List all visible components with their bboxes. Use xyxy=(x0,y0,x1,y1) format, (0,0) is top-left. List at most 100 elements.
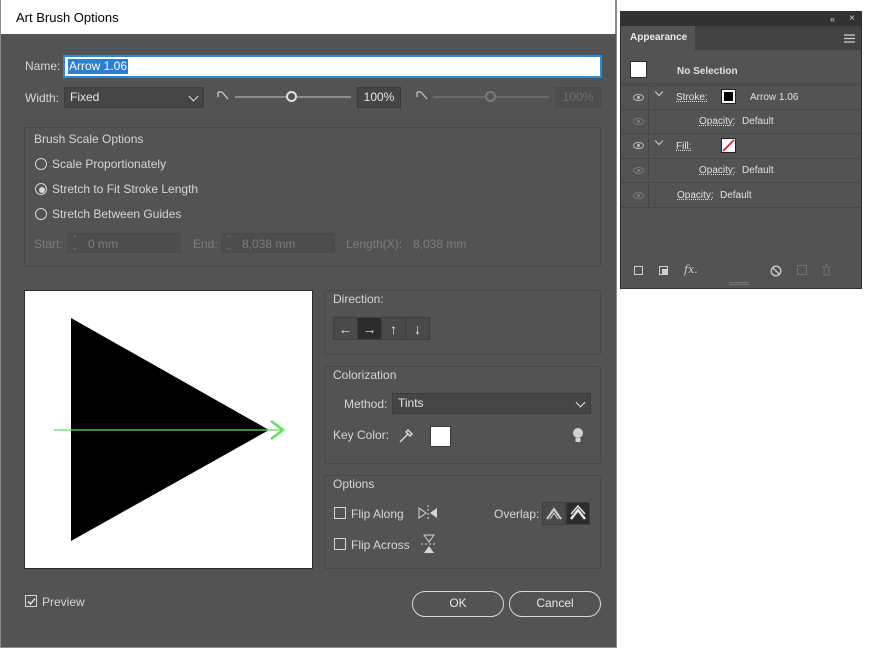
brush-preview-art xyxy=(54,318,286,541)
panel-footer-toolbar: fx. xyxy=(621,261,861,281)
panel-header-bar: « × xyxy=(621,12,861,26)
width-slider[interactable] xyxy=(235,91,351,102)
stepper-icon: ⌃ ⌄ xyxy=(71,234,79,252)
width-select[interactable]: Fixed xyxy=(64,87,204,108)
no-selection-label: No Selection xyxy=(677,66,738,77)
ok-button[interactable]: OK xyxy=(412,591,504,617)
direction-left-button[interactable]: ← xyxy=(333,317,358,340)
name-input[interactable]: Arrow 1.06 xyxy=(64,56,601,77)
stroke-row[interactable]: Stroke: Arrow 1.06 xyxy=(621,85,861,110)
flip-across-label[interactable]: Flip Across xyxy=(351,538,410,552)
opacity-value: Default xyxy=(742,116,774,127)
collapse-icon[interactable]: « xyxy=(830,12,835,26)
opacity-value: Default xyxy=(720,190,752,201)
chevron-down-icon xyxy=(575,397,586,408)
selection-thumbnail xyxy=(630,61,647,78)
fill-row[interactable]: Fill: xyxy=(621,134,861,159)
brush-scale-heading: Brush Scale Options xyxy=(34,132,144,146)
duplicate-item-icon xyxy=(797,265,807,275)
new-stroke-icon[interactable] xyxy=(634,266,643,275)
end-label: End: xyxy=(193,237,218,251)
tab-appearance[interactable]: Appearance xyxy=(621,26,695,50)
start-input: ⌃ ⌄ 0 mm xyxy=(67,233,181,253)
preview-checkbox[interactable] xyxy=(25,595,37,607)
chevron-down-icon xyxy=(188,91,199,102)
fill-label[interactable]: Fill: xyxy=(676,141,692,152)
scale-proportionately-label[interactable]: Scale Proportionately xyxy=(52,157,166,171)
visibility-eye-icon[interactable] xyxy=(633,142,644,149)
key-color-label: Key Color: xyxy=(333,428,390,442)
stretch-to-fit-radio[interactable] xyxy=(35,183,47,195)
pressure-icon xyxy=(217,91,229,100)
fill-opacity-row[interactable]: Opacity: Default xyxy=(621,159,861,183)
stretch-between-guides-label[interactable]: Stretch Between Guides xyxy=(52,207,181,221)
stretch-to-fit-label[interactable]: Stretch to Fit Stroke Length xyxy=(52,182,198,196)
tips-lightbulb-icon[interactable] xyxy=(571,427,585,445)
panel-menu-icon[interactable] xyxy=(844,34,855,43)
appearance-target-row: No Selection xyxy=(621,58,861,84)
direction-up-button[interactable]: ↑ xyxy=(381,317,406,340)
brush-preview xyxy=(24,290,313,569)
checkmark-icon xyxy=(27,597,36,606)
variation-slider-knob xyxy=(485,91,496,102)
visibility-eye-icon[interactable] xyxy=(633,192,644,199)
stretch-between-guides-radio[interactable] xyxy=(35,208,47,220)
dialog-title: Art Brush Options xyxy=(1,0,616,34)
overlap-none-button[interactable] xyxy=(566,502,590,525)
fx-icon[interactable]: fx. xyxy=(684,263,698,276)
key-color-swatch[interactable] xyxy=(430,426,451,447)
flip-across-checkbox[interactable] xyxy=(334,538,346,550)
opacity-label[interactable]: Opacity: xyxy=(677,190,714,201)
stroke-swatch[interactable] xyxy=(721,89,736,104)
width-percent-input[interactable]: 100% xyxy=(357,87,401,108)
length-label: Length(X): xyxy=(346,237,403,251)
new-fill-icon-inner xyxy=(662,269,667,274)
scale-proportionately-radio[interactable] xyxy=(35,158,47,170)
visibility-eye-icon[interactable] xyxy=(633,94,644,101)
flip-along-checkbox[interactable] xyxy=(334,507,346,519)
close-icon[interactable]: × xyxy=(849,12,855,26)
stroke-color-fill xyxy=(724,92,733,101)
cancel-button[interactable]: Cancel xyxy=(509,591,601,617)
eyedropper-icon[interactable] xyxy=(397,427,415,445)
new-fill-icon[interactable] xyxy=(659,266,668,275)
width-slider-knob[interactable] xyxy=(286,91,297,102)
resize-grip[interactable] xyxy=(729,282,749,285)
variation-icon xyxy=(416,91,428,100)
panel-tab-bar: Appearance xyxy=(621,26,861,50)
visibility-eye-icon[interactable] xyxy=(633,167,644,174)
overlap-label: Overlap: xyxy=(494,507,540,521)
chevron-down-icon[interactable] xyxy=(654,87,664,97)
options-heading: Options xyxy=(333,477,375,491)
name-label: Name: xyxy=(25,59,61,73)
overlap-adjust-icon xyxy=(546,507,562,520)
direction-heading: Direction: xyxy=(333,292,384,306)
overlap-adjust-button[interactable] xyxy=(542,502,566,525)
direction-down-button[interactable]: ↓ xyxy=(405,317,430,340)
opacity-value: Default xyxy=(742,165,774,176)
method-select-value: Tints xyxy=(398,396,424,410)
length-value: 8,038 mm xyxy=(413,237,467,251)
preview-label[interactable]: Preview xyxy=(42,595,85,609)
variation-slider xyxy=(433,91,549,102)
fill-swatch-none[interactable] xyxy=(721,138,736,153)
object-opacity-row[interactable]: Opacity: Default xyxy=(621,184,861,208)
flip-across-icon xyxy=(421,534,437,553)
art-brush-options-dialog: Art Brush Options Name: Arrow 1.06 Width… xyxy=(0,0,617,648)
visibility-eye-icon[interactable] xyxy=(633,118,644,125)
chevron-down-icon[interactable] xyxy=(654,136,664,146)
start-value: 0 mm xyxy=(88,237,118,251)
flip-along-label[interactable]: Flip Along xyxy=(351,507,404,521)
opacity-label[interactable]: Opacity: xyxy=(699,165,736,176)
stroke-label[interactable]: Stroke: xyxy=(676,92,708,103)
colorization-heading: Colorization xyxy=(333,368,397,382)
method-select[interactable]: Tints xyxy=(392,393,591,414)
direction-right-button[interactable]: → xyxy=(357,317,382,340)
clear-appearance-icon[interactable] xyxy=(770,265,782,277)
opacity-label[interactable]: Opacity: xyxy=(699,116,736,127)
stroke-opacity-row[interactable]: Opacity: Default xyxy=(621,110,861,134)
flip-along-icon xyxy=(418,505,437,521)
method-label: Method: xyxy=(344,397,388,411)
stroke-brush-name: Arrow 1.06 xyxy=(750,92,799,103)
stepper-icon: ⌃ ⌄ xyxy=(225,234,233,252)
